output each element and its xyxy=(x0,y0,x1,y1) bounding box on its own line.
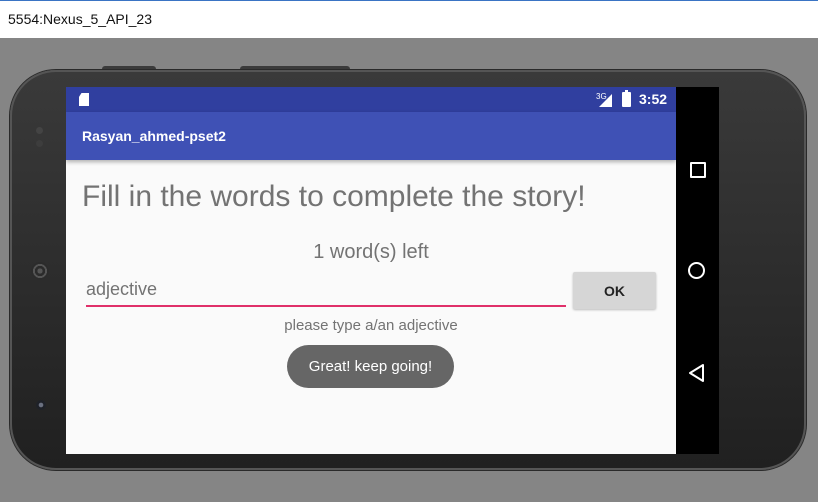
input-hint: please type a/an adjective xyxy=(284,317,458,334)
toast-message: Great! keep going! xyxy=(287,345,454,388)
battery-icon xyxy=(622,90,631,107)
back-icon[interactable] xyxy=(688,363,706,383)
device-screen: 3G 3:52 Rasyan_ahmed-pset2 Fill in the w… xyxy=(66,87,719,454)
app-toolbar: Rasyan_ahmed-pset2 xyxy=(66,112,676,160)
page-heading: Fill in the words to complete the story! xyxy=(82,180,586,213)
status-bar: 3G 3:52 xyxy=(66,87,676,112)
recent-apps-icon[interactable] xyxy=(690,162,706,178)
emulator-title-bar: 5554:Nexus_5_API_23 xyxy=(0,0,818,38)
word-input-container xyxy=(86,275,566,307)
ok-button[interactable]: OK xyxy=(573,272,656,309)
app-window: 3G 3:52 Rasyan_ahmed-pset2 Fill in the w… xyxy=(66,87,676,454)
status-time: 3:52 xyxy=(639,91,668,107)
emulator-title: 5554:Nexus_5_API_23 xyxy=(8,11,152,27)
words-left-counter: 1 word(s) left xyxy=(313,241,429,263)
word-input[interactable] xyxy=(86,275,566,303)
proximity-sensor xyxy=(36,127,43,134)
front-camera xyxy=(36,400,46,410)
app-title: Rasyan_ahmed-pset2 xyxy=(82,128,226,144)
speaker-grille xyxy=(31,262,49,280)
sd-card-icon xyxy=(79,93,89,106)
light-sensor xyxy=(36,140,43,147)
navigation-bar xyxy=(676,87,719,454)
home-icon[interactable] xyxy=(688,262,705,279)
network-type-label: 3G xyxy=(596,92,607,101)
